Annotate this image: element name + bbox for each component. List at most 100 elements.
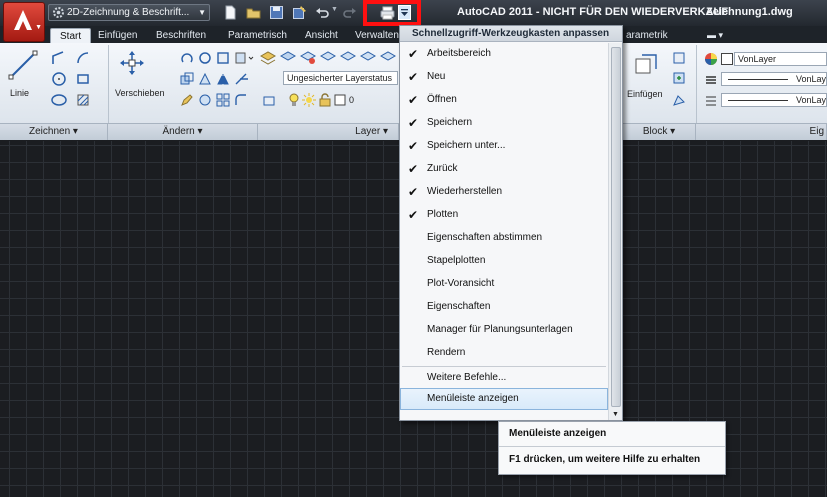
- tab-view[interactable]: Ansicht: [305, 28, 338, 43]
- menu-item-more-commands[interactable]: Weitere Befehle...: [400, 367, 608, 389]
- save-as-icon[interactable]: [292, 5, 307, 20]
- panel-title-layer[interactable]: Layer ▾: [258, 123, 399, 140]
- menu-item-undo[interactable]: ✔ Zurück: [400, 158, 608, 180]
- mirror-triangle-icon[interactable]: [216, 72, 230, 86]
- edit-block-icon[interactable]: [672, 71, 686, 85]
- circle-tool-icon[interactable]: [51, 71, 67, 87]
- line-tool-icon[interactable]: [8, 50, 38, 80]
- menu-item-properties[interactable]: Eigenschaften: [400, 296, 608, 318]
- polyline-icon[interactable]: [51, 50, 67, 66]
- panel-title-properties[interactable]: Eig: [696, 123, 827, 140]
- checkmark-icon: ✔: [408, 93, 419, 107]
- tooltip-title: Menüleiste anzeigen: [509, 428, 607, 439]
- panel-title-modify[interactable]: Ändern ▾: [108, 123, 258, 140]
- line-tool-label: Linie: [10, 88, 30, 98]
- arc-tool-icon[interactable]: [76, 51, 90, 65]
- menu-item-new[interactable]: ✔ Neu: [400, 66, 608, 88]
- move-tool-icon[interactable]: [119, 50, 145, 76]
- save-icon[interactable]: [269, 5, 284, 20]
- lineweight-dropdown[interactable]: VonLay: [721, 93, 827, 107]
- rectangle-tool-icon[interactable]: [76, 72, 90, 86]
- workspace-gear-icon: [53, 7, 64, 18]
- menu-item-plot-preview[interactable]: Plot-Voransicht: [400, 273, 608, 295]
- tab-start[interactable]: Start: [50, 28, 92, 43]
- copy-icon[interactable]: [180, 72, 194, 86]
- highlight-rectangle: [363, 0, 421, 26]
- menu-header: Schnellzugriff-Werkzeugkasten anpassen: [400, 26, 622, 42]
- chevron-down-icon: ▼: [35, 24, 42, 31]
- extend-icon[interactable]: [234, 51, 254, 65]
- layer-state-icon[interactable]: [280, 51, 296, 65]
- menu-item-sheet-set-manager[interactable]: Manager für Planungsunterlagen: [400, 319, 608, 341]
- menu-item-save[interactable]: ✔ Speichern: [400, 112, 608, 134]
- match-properties-color-wheel-icon[interactable]: [704, 52, 718, 66]
- mirror-icon[interactable]: [198, 51, 212, 65]
- insert-block-icon[interactable]: [634, 53, 658, 77]
- menu-item-plot[interactable]: ✔ Plotten: [400, 204, 608, 226]
- application-menu-button[interactable]: ▼: [3, 2, 45, 42]
- checkmark-icon: ✔: [408, 185, 419, 199]
- linetype-dropdown[interactable]: VonLay: [721, 72, 827, 86]
- redo-icon[interactable]: [342, 5, 357, 20]
- checkmark-icon: ✔: [408, 139, 419, 153]
- scroll-down-arrow-icon[interactable]: ▼: [612, 411, 619, 418]
- workspace-dropdown[interactable]: 2D-Zeichnung & Beschrift... ▼: [48, 4, 210, 21]
- menu-item-redo[interactable]: ✔ Wiederherstellen: [400, 181, 608, 203]
- create-block-icon[interactable]: [672, 51, 686, 65]
- tab-insert[interactable]: Einfügen: [98, 28, 137, 43]
- new-file-icon[interactable]: [223, 5, 238, 20]
- panel-divider: [108, 45, 109, 123]
- tab-parametric[interactable]: Parametrisch: [228, 28, 287, 43]
- menu-item-batch-plot[interactable]: Stapelplotten: [400, 250, 608, 272]
- chevron-down-icon: ▼: [198, 8, 206, 17]
- rotate-icon[interactable]: [180, 51, 194, 65]
- trim-line-icon[interactable]: [234, 72, 254, 86]
- layer-off-icon[interactable]: [340, 51, 356, 65]
- padlock-icon[interactable]: [318, 93, 332, 107]
- layer-match-icon[interactable]: [262, 94, 276, 108]
- hatch-tool-icon[interactable]: [76, 93, 90, 107]
- layer-iso-icon[interactable]: [300, 51, 316, 65]
- stretch-icon[interactable]: [198, 72, 212, 86]
- layer-freeze-icon[interactable]: [360, 51, 376, 65]
- color-swatch-icon: [721, 53, 733, 65]
- array-icon[interactable]: [216, 93, 230, 107]
- linetype-icon[interactable]: [704, 73, 718, 87]
- tab-annotate[interactable]: Beschriften: [156, 28, 206, 43]
- sun-freeze-icon[interactable]: [302, 93, 316, 107]
- undo-dropdown-icon[interactable]: ▼: [331, 6, 338, 13]
- block-attribute-icon[interactable]: [672, 93, 686, 107]
- layer-properties-icon[interactable]: [260, 51, 276, 65]
- panel-title-block[interactable]: Block ▾: [623, 123, 696, 140]
- lightbulb-icon[interactable]: [288, 93, 300, 107]
- fillet-icon[interactable]: [234, 93, 254, 107]
- open-folder-icon[interactable]: [246, 5, 261, 20]
- tab-manage[interactable]: Verwalten: [355, 28, 399, 43]
- tab-overflow-button[interactable]: ▬ ▾: [707, 28, 723, 42]
- menu-item-show-menubar[interactable]: Menüleiste anzeigen: [400, 388, 608, 410]
- tab-parametric-partial[interactable]: arametrik: [626, 28, 668, 43]
- menu-scrollbar-thumb[interactable]: [611, 47, 621, 407]
- layer-state-dropdown[interactable]: Ungesicherter Layerstatus: [283, 71, 398, 85]
- undo-icon[interactable]: [315, 5, 330, 20]
- scale-icon[interactable]: [198, 93, 212, 107]
- menu-scrollbar[interactable]: ▼: [608, 43, 622, 420]
- ellipse-tool-icon[interactable]: [51, 93, 67, 107]
- panel-title-draw[interactable]: Zeichnen ▾: [0, 123, 108, 140]
- lineweight-icon[interactable]: [704, 94, 718, 108]
- lineweight-value: VonLay: [795, 95, 826, 105]
- erase-pencil-icon[interactable]: [180, 93, 194, 107]
- layer-lock-icon[interactable]: [380, 51, 396, 65]
- autocad-logo-icon: [14, 10, 32, 30]
- linetype-value: VonLay: [795, 74, 826, 84]
- checkmark-icon: ✔: [408, 47, 419, 61]
- layer-unisolate-icon[interactable]: [320, 51, 336, 65]
- menu-item-render[interactable]: Rendern: [400, 342, 608, 364]
- menu-item-workspace[interactable]: ✔ Arbeitsbereich: [400, 43, 608, 65]
- menu-item-match-properties[interactable]: Eigenschaften abstimmen: [400, 227, 608, 249]
- menu-item-open[interactable]: ✔ Öffnen: [400, 89, 608, 111]
- trim-icon[interactable]: [216, 51, 230, 65]
- layer-color-swatch-icon[interactable]: [334, 94, 346, 106]
- menu-item-save-as[interactable]: ✔ Speichern unter...: [400, 135, 608, 157]
- color-dropdown[interactable]: VonLayer: [734, 52, 827, 66]
